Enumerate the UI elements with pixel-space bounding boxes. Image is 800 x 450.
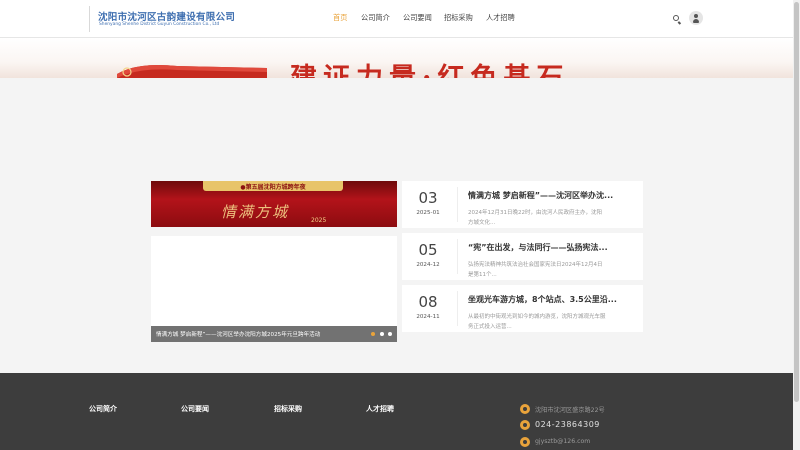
news-day: 03 bbox=[418, 189, 438, 207]
slide-dot-1[interactable] bbox=[371, 332, 375, 336]
company-logo-en: Shenyang Shenhe District Guyun Construct… bbox=[99, 22, 220, 27]
hero-banner: 建证力量·红色基石 bbox=[0, 38, 793, 78]
slide-dot-3[interactable] bbox=[388, 332, 392, 336]
footer-address: 沈阳市沈河区盛京路22号 bbox=[535, 407, 605, 414]
news-day: 05 bbox=[418, 241, 438, 259]
logo-divider bbox=[89, 6, 90, 32]
nav-home[interactable]: 首页 bbox=[333, 13, 347, 23]
news-item[interactable]: 03 2025-01 情满方城 梦启新程”——沈河区举办沈... 2024年12… bbox=[402, 181, 643, 228]
news-desc: 从最初的中街观光到如今的城内游览，沈阳方城观光车服务正式投入运营... bbox=[468, 314, 606, 330]
news-month: 2025-01 bbox=[416, 210, 440, 216]
footer-phone: 024-23864309 bbox=[535, 420, 600, 429]
news-item[interactable]: 05 2024-12 “宪”在出发，与法同行——弘扬宪法... 弘扬宪法精神共筑… bbox=[402, 233, 643, 280]
nav-company-news[interactable]: 公司要闻 bbox=[403, 13, 432, 23]
location-icon bbox=[520, 404, 530, 414]
news-title[interactable]: “宪”在出发，与法同行——弘扬宪法... bbox=[468, 242, 608, 253]
news-item[interactable]: 08 2024-11 坐观光车游方城，8个站点、3.5公里沿... 从最初的中街… bbox=[402, 285, 643, 332]
site-footer: 公司简介 公司要闻 招标采购 人才招聘 沈阳市沈河区盛京路22号 024-238… bbox=[0, 373, 793, 450]
scrollbar-thumb[interactable] bbox=[794, 2, 799, 402]
footer-email[interactable]: gjysztb@126.com bbox=[535, 438, 590, 445]
page-scrollbar[interactable] bbox=[793, 0, 800, 450]
news-month: 2024-12 bbox=[416, 262, 440, 268]
nav-procurement[interactable]: 招标采购 bbox=[444, 13, 473, 23]
news-slider[interactable]: ●第五届沈阳方城跨年夜 情满方城 2025 情满方城 梦启新程”——沈河区举办沈… bbox=[151, 181, 397, 342]
site-header: 沈阳市沈河区古韵建设有限公司 Shenyang Shenhe District … bbox=[0, 0, 793, 38]
news-day: 08 bbox=[418, 293, 438, 311]
news-month: 2024-11 bbox=[416, 314, 440, 320]
slide-image[interactable]: ●第五届沈阳方城跨年夜 情满方城 2025 bbox=[151, 181, 397, 227]
slide-gap bbox=[151, 227, 397, 236]
news-title[interactable]: 情满方城 梦启新程”——沈河区举办沈... bbox=[468, 190, 613, 201]
slide-title-strip: ●第五届沈阳方城跨年夜 bbox=[203, 181, 343, 191]
user-icon[interactable] bbox=[689, 11, 703, 25]
news-divider bbox=[457, 187, 458, 222]
company-logo-cn[interactable]: 沈阳市沈河区古韵建设有限公司 bbox=[98, 9, 235, 23]
news-divider bbox=[457, 239, 458, 274]
search-icon[interactable] bbox=[670, 12, 684, 26]
email-icon bbox=[520, 437, 530, 447]
footer-link-company-intro[interactable]: 公司简介 bbox=[89, 404, 117, 414]
phone-icon bbox=[520, 420, 530, 430]
slide-art-text: 情满方城 bbox=[221, 203, 290, 221]
slide-year-text: 2025 bbox=[311, 217, 327, 224]
slide-title-text: ●第五届沈阳方城跨年夜 bbox=[240, 184, 306, 191]
footer-link-procurement[interactable]: 招标采购 bbox=[274, 404, 302, 414]
news-desc: 2024年12月31日晚22时，由沈河人民政府主办，沈阳方城文化... bbox=[468, 210, 602, 226]
slide-caption[interactable]: 情满方城 梦启新程”——沈河区举办沈阳方城2025年元旦跨年活动 bbox=[156, 330, 320, 338]
footer-link-recruitment[interactable]: 人才招聘 bbox=[366, 404, 394, 414]
slide-caption-bar: 情满方城 梦启新程”——沈河区举办沈阳方城2025年元旦跨年活动 bbox=[151, 326, 397, 342]
nav-recruitment[interactable]: 人才招聘 bbox=[486, 13, 515, 23]
nav-company-intro[interactable]: 公司简介 bbox=[361, 13, 390, 23]
footer-link-company-news[interactable]: 公司要闻 bbox=[181, 404, 209, 414]
banner-slogan: 建证力量·红色基石 bbox=[290, 56, 569, 78]
party-flag-emblem bbox=[117, 65, 267, 78]
slide-dot-2[interactable] bbox=[380, 332, 384, 336]
news-divider bbox=[457, 291, 458, 326]
news-title[interactable]: 坐观光车游方城，8个站点、3.5公里沿... bbox=[468, 294, 617, 305]
news-desc: 弘扬宪法精神共筑法治社会国家宪法日2024年12月4日是第11个... bbox=[468, 262, 603, 278]
